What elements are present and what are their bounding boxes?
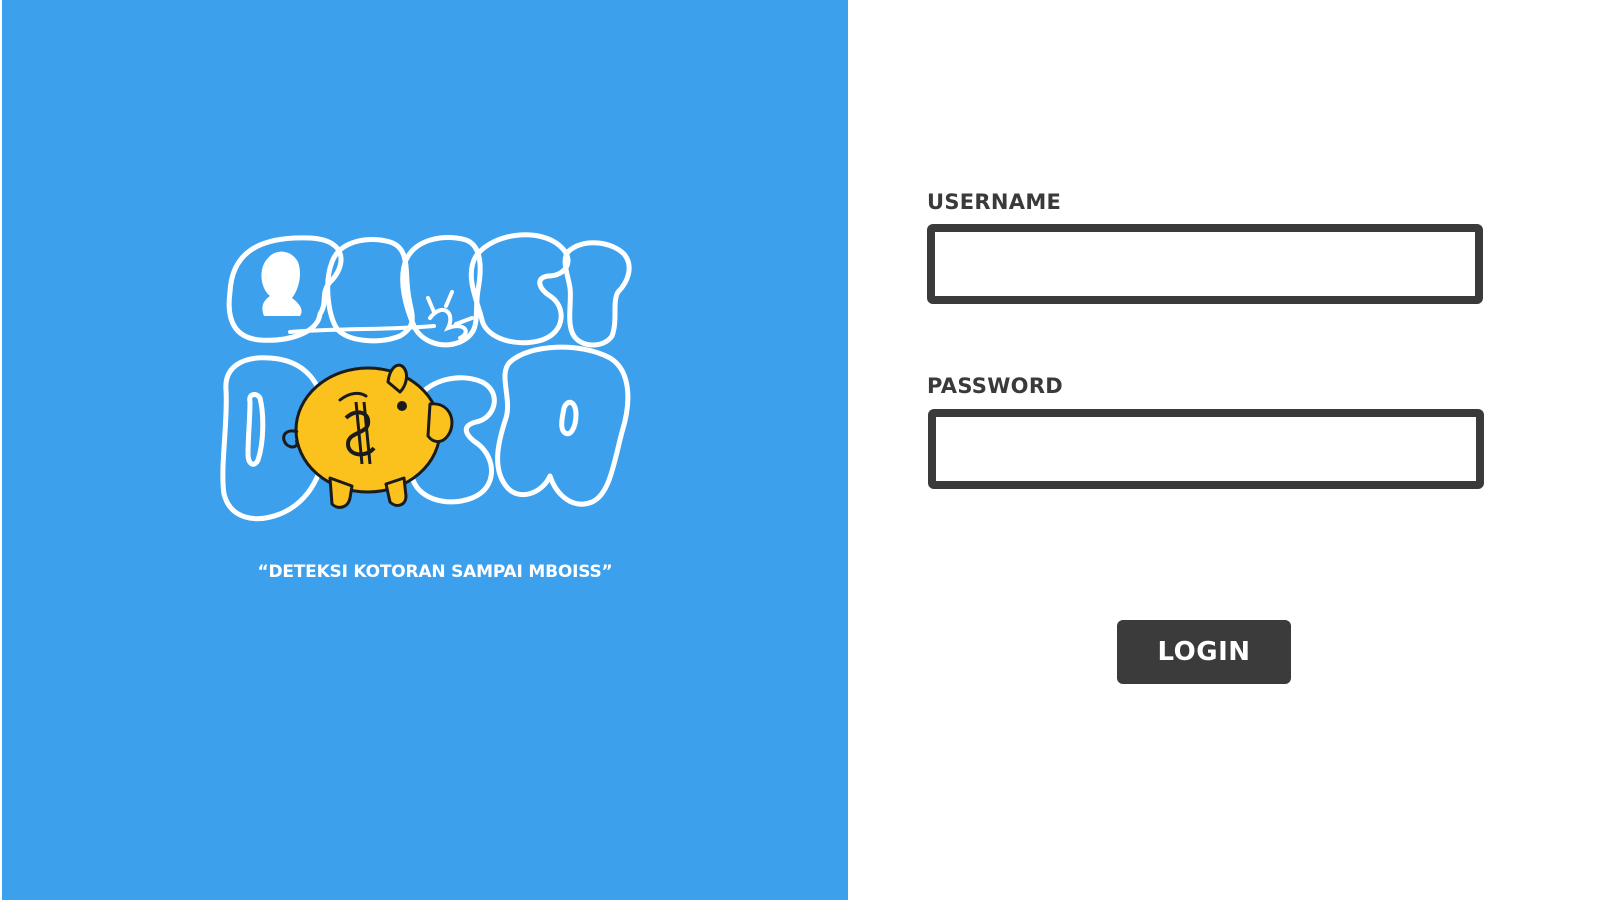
- tagline-text: “DETEKSI KOTORAN SAMPAI MBOISS”: [257, 562, 613, 582]
- branding-panel: “DETEKSI KOTORAN SAMPAI MBOISS”: [2, 0, 848, 900]
- username-input[interactable]: [927, 224, 1483, 304]
- username-label: USERNAME: [927, 190, 1062, 214]
- login-page: “DETEKSI KOTORAN SAMPAI MBOISS” USERNAME…: [0, 0, 1600, 900]
- password-label: PASSWORD: [927, 374, 1064, 398]
- password-input[interactable]: [928, 409, 1484, 489]
- tagline: “DETEKSI KOTORAN SAMPAI MBOISS”: [2, 562, 848, 582]
- login-button[interactable]: LOGIN: [1117, 620, 1291, 684]
- piggy-bank-logo: [220, 232, 632, 522]
